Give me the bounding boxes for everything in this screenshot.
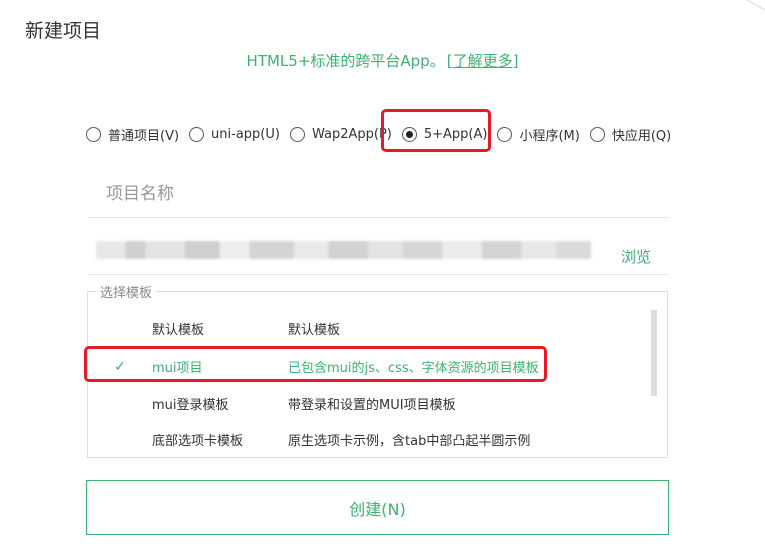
template-row-default[interactable]: 默认模板 默认模板 xyxy=(88,310,658,347)
browse-button[interactable]: 浏览 xyxy=(621,246,651,267)
radio-normal-project[interactable]: 普通项目(V) xyxy=(86,125,179,144)
template-name: 默认模板 xyxy=(152,323,205,338)
annotation-highlight-mui-template xyxy=(84,346,547,382)
template-desc: 原生选项卡示例，含tab中部凸起半圆示例 xyxy=(288,434,531,449)
template-legend: 选择模板 xyxy=(96,282,157,301)
annotation-highlight-5plus-app xyxy=(381,109,491,152)
project-name-input[interactable] xyxy=(88,170,669,218)
radio-circle-icon xyxy=(189,126,205,142)
window-corner-line xyxy=(737,0,765,15)
radio-circle-icon xyxy=(86,126,101,142)
radio-label: 小程序(M) xyxy=(519,128,580,144)
subtitle-text: HTML5+标准的跨平台App。 xyxy=(246,52,445,70)
radio-label: 普通项目(V) xyxy=(108,128,180,144)
project-location-blurred[interactable] xyxy=(96,241,591,259)
radio-wap2app[interactable]: Wap2App(P) xyxy=(289,126,392,142)
template-desc: 带登录和设置的MUI项目模板 xyxy=(288,398,456,413)
create-button[interactable]: 创建(N) xyxy=(86,480,669,535)
radio-circle-icon xyxy=(289,126,305,142)
learn-more-link[interactable]: [了解更多] xyxy=(447,52,519,70)
template-row-mui-login[interactable]: mui登录模板 带登录和设置的MUI项目模板 xyxy=(88,385,658,422)
project-location-row: 浏览 xyxy=(88,233,669,275)
radio-uni-app[interactable]: uni-app(U) xyxy=(189,126,280,142)
radio-circle-icon xyxy=(497,126,513,142)
template-scrollbar[interactable] xyxy=(651,310,657,396)
radio-mini-program[interactable]: 小程序(M) xyxy=(497,125,580,144)
dialog-subtitle: HTML5+标准的跨平台App。 [了解更多] xyxy=(0,50,765,71)
template-row-bottom-tab[interactable]: 底部选项卡模板 原生选项卡示例，含tab中部凸起半圆示例 xyxy=(88,421,658,458)
template-desc: 默认模板 xyxy=(288,323,341,338)
radio-circle-icon xyxy=(589,126,605,142)
radio-label: Wap2App(P) xyxy=(311,126,392,142)
dialog-title: 新建项目 xyxy=(25,20,102,42)
template-name: 底部选项卡模板 xyxy=(152,434,244,449)
radio-label: 快应用(Q) xyxy=(611,128,672,144)
radio-quick-app[interactable]: 快应用(Q) xyxy=(589,125,672,144)
template-name: mui登录模板 xyxy=(152,398,229,413)
radio-label: uni-app(U) xyxy=(211,126,280,142)
